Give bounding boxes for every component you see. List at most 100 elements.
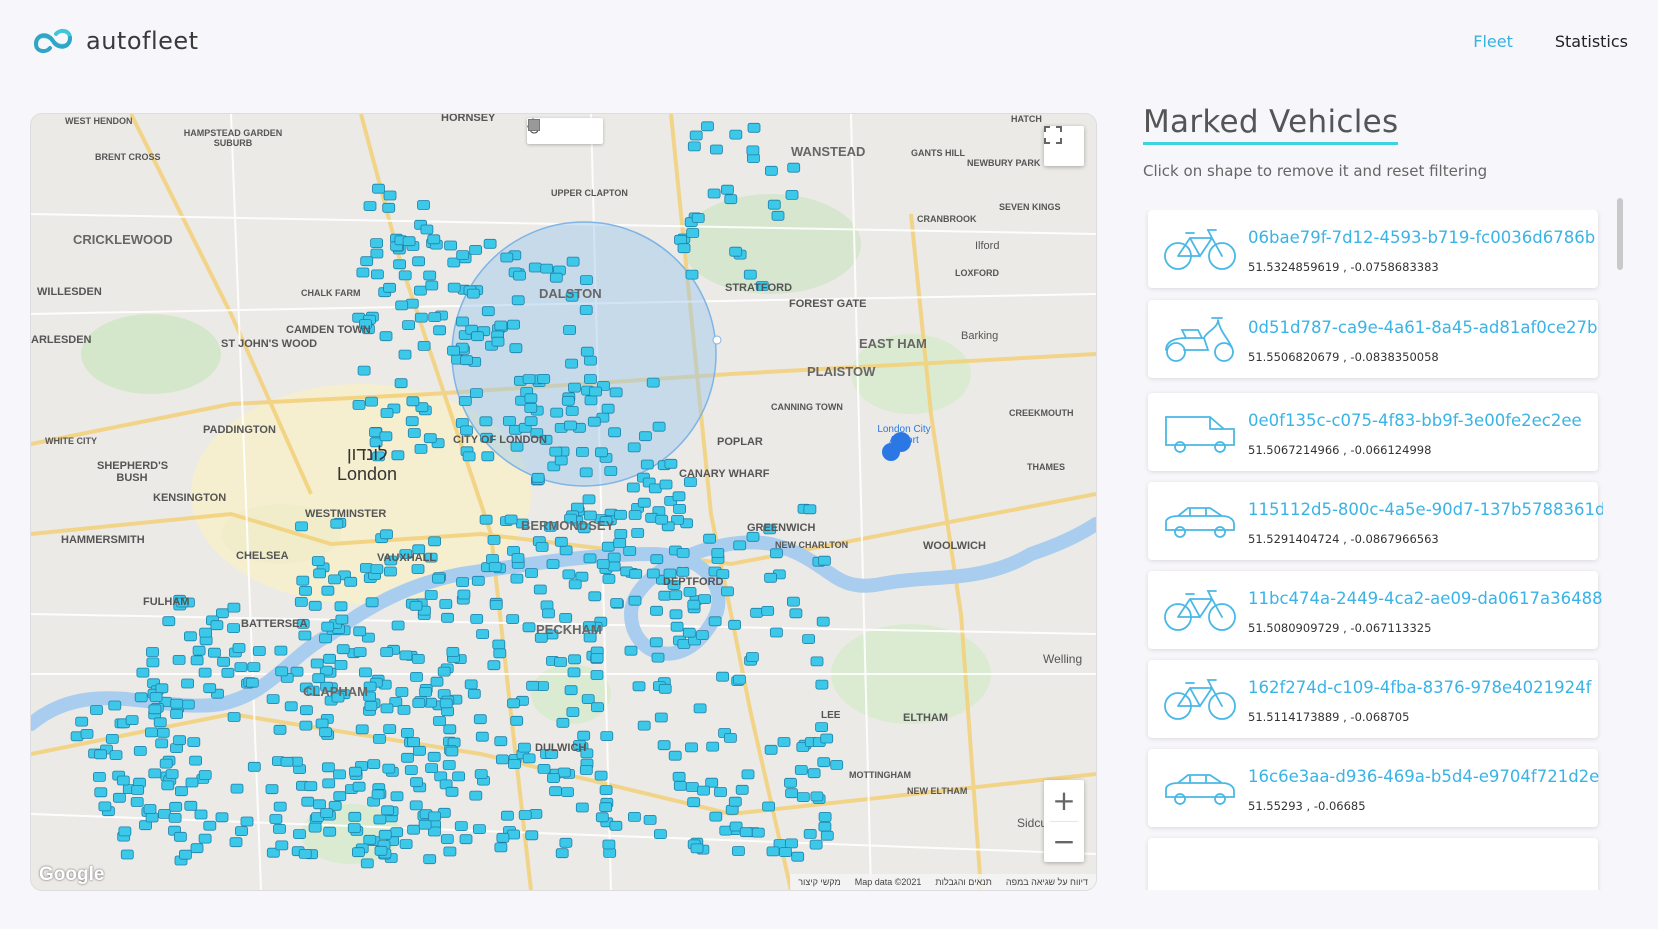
vehicle-marker-icon[interactable] [393, 259, 407, 270]
vehicle-marker-icon[interactable] [701, 121, 714, 132]
vehicle-marker-icon[interactable] [443, 724, 457, 735]
vehicle-marker-icon[interactable] [789, 608, 803, 619]
vehicle-marker-icon[interactable] [590, 670, 604, 680]
vehicle-marker-icon[interactable] [447, 282, 461, 293]
vehicle-marker-icon[interactable] [357, 365, 371, 376]
vehicle-marker-icon[interactable] [159, 758, 173, 769]
vehicle-marker-icon[interactable] [148, 704, 162, 715]
vehicle-marker-icon[interactable] [609, 387, 623, 398]
vehicle-marker-icon[interactable] [143, 804, 157, 814]
vehicle-marker-icon[interactable] [524, 393, 538, 404]
nav-statistics[interactable]: Statistics [1555, 32, 1628, 51]
vehicle-marker-icon[interactable] [360, 858, 374, 869]
vehicle-marker-icon[interactable] [161, 780, 175, 791]
vehicle-marker-icon[interactable] [247, 761, 261, 772]
vehicle-marker-icon[interactable] [724, 194, 738, 205]
vehicle-marker-icon[interactable] [383, 190, 397, 201]
vehicle-marker-icon[interactable] [733, 674, 746, 685]
vehicle-card[interactable]: 0d51d787-ca9e-4a61-8a45-ad81af0ce27b 51.5… [1148, 300, 1598, 378]
vehicle-marker-icon[interactable] [227, 712, 241, 722]
vehicle-marker-icon[interactable] [190, 655, 204, 666]
vehicle-marker-icon[interactable] [787, 596, 800, 607]
vehicle-marker-icon[interactable] [148, 768, 162, 779]
vehicle-marker-icon[interactable] [334, 601, 348, 612]
vehicle-marker-icon[interactable] [479, 416, 493, 427]
vehicle-marker-icon[interactable] [184, 800, 198, 811]
vehicle-marker-icon[interactable] [728, 619, 741, 630]
vehicle-marker-icon[interactable] [489, 600, 503, 610]
vehicle-marker-icon[interactable] [321, 585, 335, 596]
vehicle-marker-icon[interactable] [493, 648, 507, 659]
vehicle-marker-icon[interactable] [492, 639, 506, 650]
vehicle-marker-icon[interactable] [579, 305, 593, 315]
vehicle-marker-icon[interactable] [298, 849, 312, 859]
vehicle-marker-icon[interactable] [470, 613, 484, 624]
vehicle-marker-icon[interactable] [568, 579, 582, 590]
vehicle-marker-icon[interactable] [299, 705, 313, 716]
vehicle-marker-icon[interactable] [173, 735, 187, 746]
vehicle-marker-icon[interactable] [588, 591, 602, 602]
vehicle-marker-icon[interactable] [280, 756, 294, 767]
vehicle-marker-icon[interactable] [410, 672, 423, 682]
vehicle-marker-icon[interactable] [428, 811, 442, 822]
vehicle-marker-icon[interactable] [299, 585, 312, 596]
vehicle-card[interactable]: 115112d5-800c-4a5e-90d7-137b5788361d 51.5… [1148, 482, 1603, 560]
vehicle-marker-icon[interactable] [215, 812, 229, 823]
vehicle-marker-icon[interactable] [458, 396, 472, 406]
vehicle-marker-icon[interactable] [383, 724, 397, 734]
vehicle-marker-icon[interactable] [203, 820, 217, 831]
vehicle-marker-icon[interactable] [409, 800, 423, 811]
vehicle-marker-icon[interactable] [537, 764, 551, 774]
vehicle-marker-icon[interactable] [566, 256, 580, 267]
vehicle-marker-icon[interactable] [374, 845, 388, 856]
vehicle-marker-icon[interactable] [803, 504, 817, 515]
vehicle-marker-icon[interactable] [198, 833, 212, 844]
vehicle-marker-icon[interactable] [817, 757, 831, 768]
vehicle-marker-icon[interactable] [724, 733, 737, 743]
vehicle-id[interactable]: 06bae79f-7d12-4593-b719-fc0036d6786b [1248, 228, 1595, 247]
vehicle-marker-icon[interactable] [637, 497, 651, 508]
vehicle-marker-icon[interactable] [743, 269, 757, 280]
vehicle-marker-icon[interactable] [379, 431, 393, 442]
vehicle-marker-icon[interactable] [418, 819, 432, 830]
vehicle-marker-icon[interactable] [550, 407, 564, 418]
vehicle-marker-icon[interactable] [784, 777, 797, 788]
vehicle-marker-icon[interactable] [487, 660, 501, 671]
vehicle-marker-icon[interactable] [183, 631, 197, 642]
vehicle-marker-icon[interactable] [469, 790, 483, 801]
vehicle-marker-icon[interactable] [440, 834, 454, 844]
vehicle-marker-icon[interactable] [583, 553, 597, 564]
vehicle-marker-icon[interactable] [729, 129, 743, 140]
vehicle-marker-icon[interactable] [383, 282, 397, 293]
vehicle-marker-icon[interactable] [411, 564, 425, 575]
vehicle-marker-icon[interactable] [559, 545, 573, 556]
vehicle-list[interactable]: 06bae79f-7d12-4593-b719-fc0036d6786b 51.5… [1143, 210, 1603, 890]
vehicle-marker-icon[interactable] [437, 666, 451, 677]
vehicle-marker-icon[interactable] [765, 165, 778, 176]
vehicle-marker-icon[interactable] [658, 590, 672, 601]
vehicle-marker-icon[interactable] [479, 514, 493, 525]
vehicle-marker-icon[interactable] [517, 742, 531, 753]
vehicle-marker-icon[interactable] [321, 621, 335, 632]
vehicle-marker-icon[interactable] [181, 699, 195, 710]
vehicle-marker-icon[interactable] [703, 533, 716, 544]
vehicle-marker-icon[interactable] [483, 238, 497, 249]
vehicle-marker-icon[interactable] [149, 692, 163, 702]
vehicle-id[interactable]: 11bc474a-2449-4ca2-ae09-da0617a36488 [1248, 589, 1603, 608]
vehicle-marker-icon[interactable] [525, 568, 538, 578]
vehicle-marker-icon[interactable] [229, 837, 243, 848]
vehicle-marker-icon[interactable] [591, 702, 604, 713]
vehicle-marker-icon[interactable] [347, 823, 361, 833]
vehicle-marker-icon[interactable] [118, 826, 132, 837]
vehicle-marker-icon[interactable] [98, 801, 112, 812]
vehicle-marker-icon[interactable] [454, 821, 468, 831]
vehicle-marker-icon[interactable] [446, 647, 460, 657]
vehicle-marker-icon[interactable] [365, 396, 378, 407]
vehicle-marker-icon[interactable] [315, 718, 329, 729]
vehicle-marker-icon[interactable] [747, 122, 761, 133]
vehicle-marker-icon[interactable] [707, 188, 721, 199]
vehicle-marker-icon[interactable] [105, 734, 119, 744]
vehicle-marker-icon[interactable] [596, 559, 610, 570]
vehicle-marker-icon[interactable] [439, 599, 453, 609]
vehicle-marker-icon[interactable] [691, 213, 705, 223]
